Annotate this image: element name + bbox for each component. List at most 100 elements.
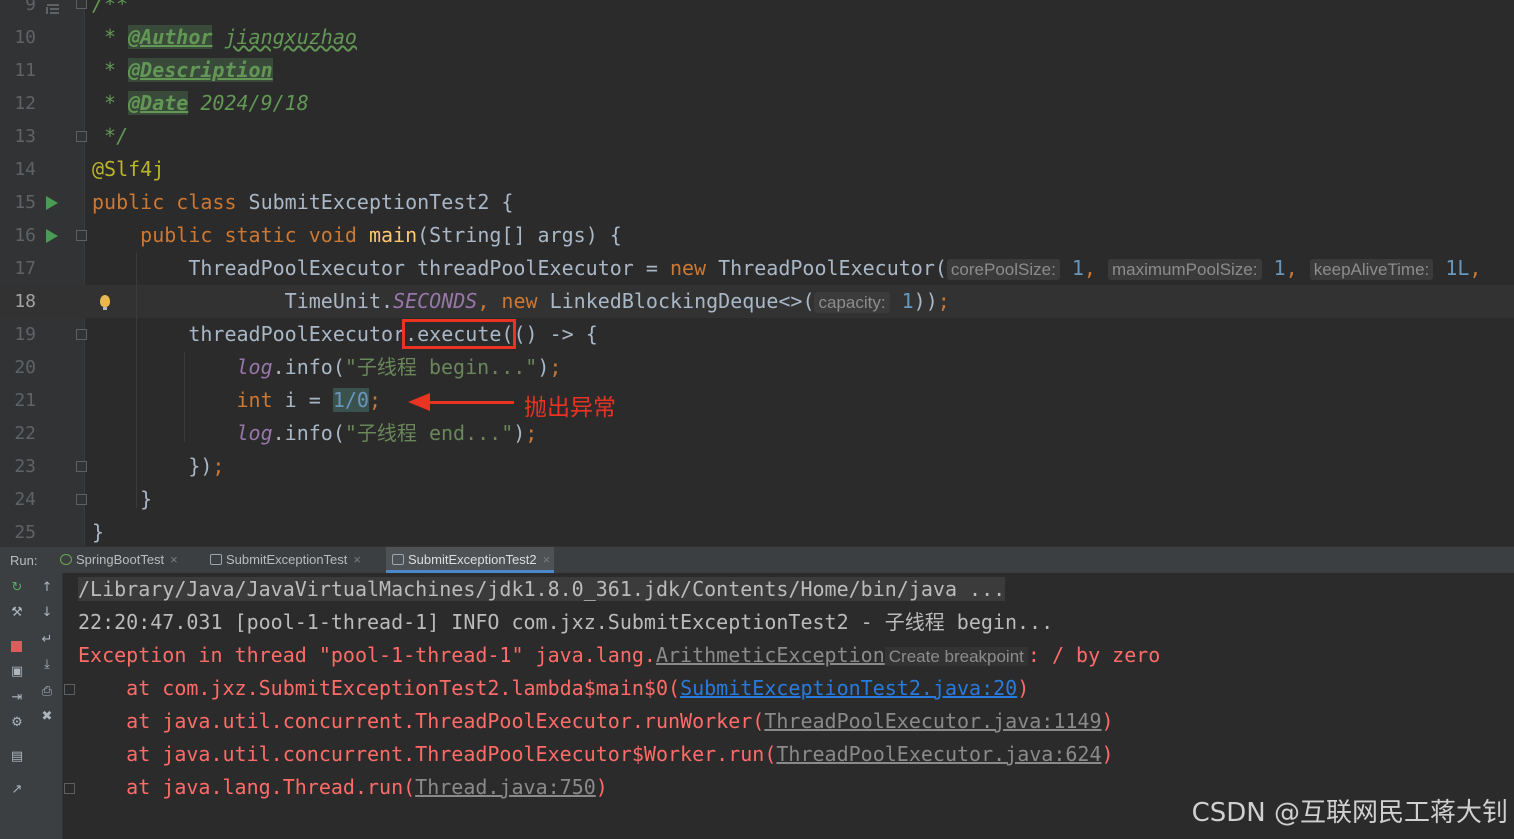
code-line[interactable]: 14 @Slf4j [0,153,1514,186]
fold-toggle-icon[interactable] [76,329,87,340]
code-text[interactable]: log.info("子线程 end..."); [92,417,538,450]
code-line[interactable]: 13 */ [0,120,1514,153]
code-line[interactable]: 19 threadPoolExecutor.execute(() -> { [0,318,1514,351]
line-number[interactable]: 12 [0,87,36,120]
line-number[interactable]: 22 [0,417,36,450]
line-number[interactable]: 23 [0,450,36,483]
fold-toggle-icon[interactable] [76,131,87,142]
code-line[interactable]: 15 public class SubmitExceptionTest2 { [0,186,1514,219]
fold-toggle-icon[interactable] [76,0,87,9]
code-line[interactable]: 16 public static void main(String[] args… [0,219,1514,252]
code-line[interactable]: 12 * @Date 2024/9/18 [0,87,1514,120]
fold-toggle-icon[interactable] [76,461,87,472]
line-number[interactable]: 16 [0,219,36,252]
pin-icon[interactable]: ↗ [9,783,25,797]
folded-lines-icon[interactable] [46,0,60,14]
code-text[interactable]: ThreadPoolExecutor threadPoolExecutor = … [92,252,1481,286]
close-icon[interactable]: × [170,552,178,567]
code-text[interactable]: * @Description [92,54,273,87]
code-token: ) [513,421,526,445]
code-line[interactable]: 10 * @Author jiangxuzhao [0,21,1514,54]
code-text[interactable]: } [92,516,104,546]
code-text[interactable]: public class SubmitExceptionTest2 { [92,186,513,219]
create-breakpoint-link[interactable]: Create breakpoint [884,647,1028,666]
code-line[interactable]: 17 ThreadPoolExecutor threadPoolExecutor… [0,252,1514,285]
stacktrace-link[interactable]: ThreadPoolExecutor.java:624 [776,742,1101,766]
code-text[interactable]: * @Author jiangxuzhao [92,21,357,54]
line-number[interactable]: 9 [0,0,36,21]
stacktrace-link[interactable]: ArithmeticException [656,643,885,667]
tab-springboottest[interactable]: SpringBootTest × [54,547,182,573]
code-text[interactable]: }); [92,450,224,483]
code-text[interactable]: } [92,483,152,516]
line-number[interactable]: 19 [0,318,36,351]
line-number[interactable]: 21 [0,384,36,417]
stop-icon[interactable] [11,641,22,652]
fold-toggle-icon[interactable] [76,494,87,505]
code-text[interactable]: public static void main(String[] args) { [92,219,622,252]
code-token: * [92,25,129,49]
code-line[interactable]: 20 log.info("子线程 begin..."); [0,351,1514,384]
code-text[interactable]: */ [92,120,128,153]
code-token: .info( [272,355,345,379]
arrow-down-icon[interactable]: ↓ [39,606,55,620]
login-icon[interactable]: ⇥ [9,691,25,705]
code-line[interactable]: 11 * @Description [0,54,1514,87]
stacktrace-link[interactable]: SubmitExceptionTest2.java:20 [680,676,1017,700]
code-text[interactable]: /** [92,0,128,21]
fold-toggle-icon[interactable] [64,783,75,794]
code-token: int [236,388,285,412]
print-icon[interactable]: ⎙ [39,685,55,699]
code-line[interactable]: 24 } [0,483,1514,516]
scroll-to-end-icon[interactable]: ⤓ [39,658,55,672]
code-line[interactable]: 9 /** [0,0,1514,21]
console-text: at java.util.concurrent.ThreadPoolExecut… [78,742,777,766]
fold-toggle-icon[interactable] [64,684,75,695]
code-text[interactable]: log.info("子线程 begin..."); [92,351,562,384]
wrench-icon[interactable]: ⚒ [9,606,25,620]
code-token: i = [284,388,333,412]
lightbulb-icon[interactable] [100,295,110,310]
code-editor[interactable]: 9/** 10 * @Author jiangxuzhao 11 * @Descri… [0,0,1514,546]
code-text[interactable]: TimeUnit.SECONDS, new LinkedBlockingDequ… [92,285,950,319]
line-number[interactable]: 14 [0,153,36,186]
line-number[interactable]: 25 [0,516,36,546]
stacktrace-link[interactable]: ThreadPoolExecutor.java:1149 [764,709,1101,733]
code-token: , [1285,256,1310,280]
code-token: @Author [128,25,213,49]
tab-submitexceptiontest2[interactable]: SubmitExceptionTest2 × [386,547,555,573]
fold-toggle-icon[interactable] [76,230,87,241]
line-number[interactable]: 20 [0,351,36,384]
camera-icon[interactable]: ▣ [9,665,25,679]
tab-submitexceptiontest[interactable]: SubmitExceptionTest × [204,547,365,573]
line-number[interactable]: 24 [0,483,36,516]
line-number[interactable]: 18 [0,285,36,318]
code-line[interactable]: 18 TimeUnit.SECONDS, new LinkedBlockingD… [0,285,1514,318]
layout-icon[interactable]: ▤ [9,750,25,764]
code-line[interactable]: 25} [0,516,1514,546]
trash-icon[interactable]: ✖ [39,710,55,724]
line-number[interactable]: 13 [0,120,36,153]
arrow-up-icon[interactable]: ↑ [39,581,55,595]
settings-icon[interactable]: ⚙ [9,716,25,730]
line-number[interactable]: 11 [0,54,36,87]
line-number[interactable]: 17 [0,252,36,285]
run-class-icon[interactable] [46,196,58,210]
close-icon[interactable]: × [543,552,551,567]
code-text[interactable]: @Slf4j [92,153,164,186]
parameter-hint: maximumPoolSize: [1108,259,1262,280]
code-line[interactable]: 23 }); [0,450,1514,483]
code-text[interactable]: * @Date 2024/9/18 [92,87,309,120]
line-number[interactable]: 10 [0,21,36,54]
code-line[interactable]: 21 int i = 1/0; [0,384,1514,417]
rerun-icon[interactable]: ↻ [9,581,25,595]
close-icon[interactable]: × [353,552,361,567]
console-line: at java.util.concurrent.ThreadPoolExecut… [78,705,1113,738]
code-text[interactable]: threadPoolExecutor.execute(() -> { [92,318,598,351]
code-line[interactable]: 22 log.info("子线程 end..."); [0,417,1514,450]
run-main-icon[interactable] [46,229,58,243]
line-number[interactable]: 15 [0,186,36,219]
soft-wrap-icon[interactable]: ↵ [39,633,55,647]
stacktrace-link[interactable]: Thread.java:750 [415,775,596,799]
